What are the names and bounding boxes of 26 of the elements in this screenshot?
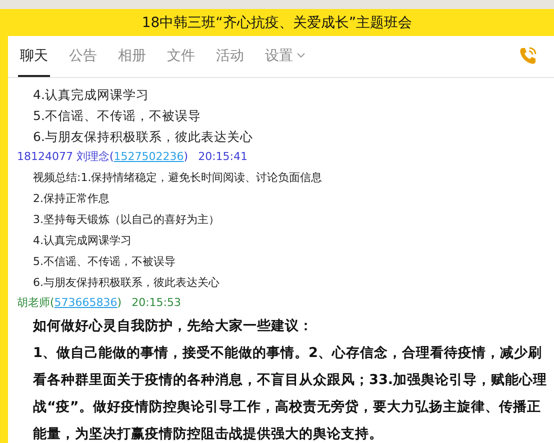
tab[interactable]: 聊天: [18, 46, 50, 76]
message-time: 20:15:53: [132, 296, 181, 308]
tab[interactable]: 文件: [165, 46, 197, 76]
message-text: 3.坚持每天锻炼（以自己的喜好为主）: [33, 212, 220, 228]
contact-link[interactable]: 573665836: [54, 296, 118, 308]
message-text: 如何做好心灵自我防护，先给大家一些建议：: [33, 316, 314, 336]
contact-link[interactable]: 1527502236: [114, 150, 184, 162]
tab[interactable]: 活动: [214, 46, 246, 76]
caret-icon: [297, 53, 305, 58]
message-time: 20:15:41: [198, 150, 248, 162]
sender-name: 18124077 刘理念(1527502236): [17, 150, 188, 162]
message-text: 4.认真完成网课学习: [33, 232, 132, 248]
phone-icon[interactable]: [518, 46, 538, 66]
message-text: 1、做自己能做的事情，接受不能做的事情。2、心存信念，合理看待疫情，减少刷看各种群里面关于疫情的各种消息，不盲目从众跟风；33.加强舆论引导，赋能心理战“疫”。做好疫情防控舆论引导工作，高校责无旁贷，要大力弘扬主旋律、传播正能量，为坚决打赢疫情防控阻击战提供强大的舆论支持。: [33, 344, 548, 443]
message-text: 6.与朋友保持积极联系，彼此表达关心: [33, 128, 254, 146]
message-text: 5.不信谣、不传谣，不被误导: [33, 106, 202, 124]
window-title: 18中韩三班“齐心抗疫、关爱成长”主题班会: [142, 14, 412, 32]
message-text: 4.认真完成网课学习: [33, 86, 150, 104]
tab[interactable]: 相册: [116, 46, 148, 76]
tab[interactable]: 公告: [67, 46, 99, 76]
message-text: 视频总结:1.保持情绪稳定，避免长时间阅读、讨论负面信息: [33, 170, 324, 186]
message-text: 5.不信谣、不传谣，不被误导: [33, 254, 176, 270]
message-text: 2.保持正常作息: [33, 190, 110, 206]
tab[interactable]: 设置: [263, 46, 307, 76]
message-text: 6.与朋友保持积极联系，彼此表达关心: [33, 274, 220, 290]
sender-name: 胡老师(573665836): [17, 296, 122, 308]
